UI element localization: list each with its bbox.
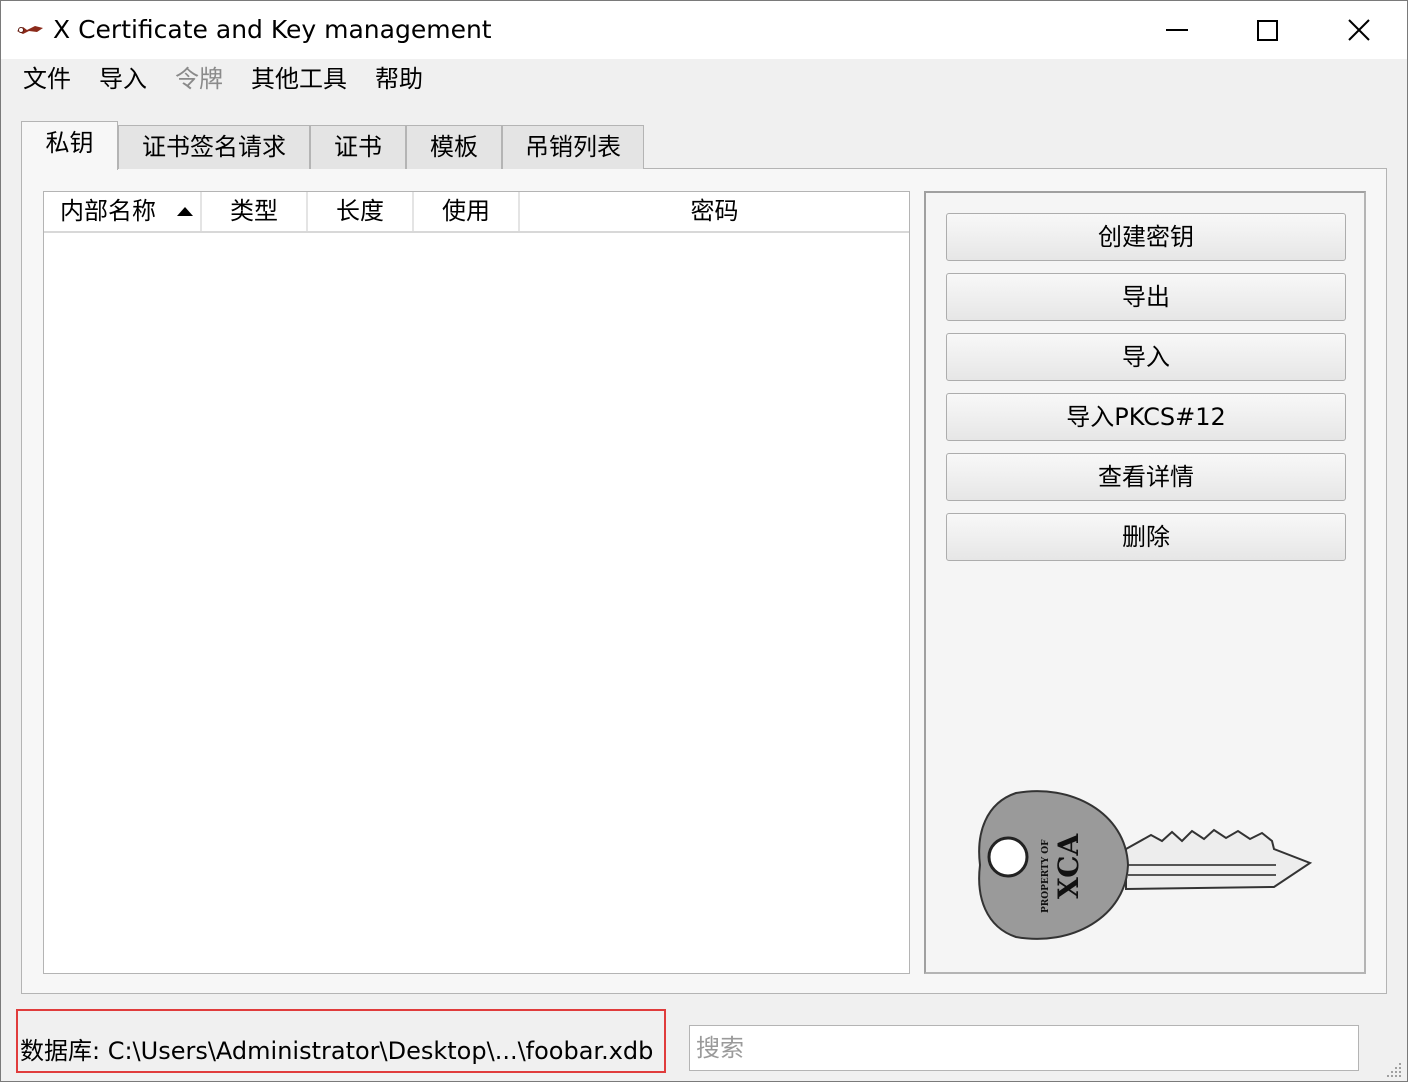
export-button[interactable]: 导出 [946, 273, 1346, 321]
menu-token: 令牌 [175, 65, 223, 93]
database-status-highlight: 数据库: C:\Users\Administrator\Desktop\...\… [16, 1009, 666, 1073]
menu-file[interactable]: 文件 [1, 59, 85, 99]
new-key-button[interactable]: 创建密钥 [946, 213, 1346, 261]
maximize-icon [1256, 19, 1278, 41]
import-button[interactable]: 导入 [946, 333, 1346, 381]
delete-button[interactable]: 删除 [946, 513, 1346, 561]
action-panel: 创建密钥 导出 导入 导入PKCS#12 查看详情 删除 PROPERTY OF… [924, 191, 1366, 974]
column-header-use[interactable]: 使用 [414, 192, 520, 231]
tab-private-keys[interactable]: 私钥 [21, 121, 118, 170]
menu-import[interactable]: 导入 [85, 59, 161, 99]
size-grip-icon[interactable] [1383, 1059, 1403, 1079]
database-path-label: 数据库: C:\Users\Administrator\Desktop\...\… [20, 1037, 654, 1065]
tab-revocation-lists[interactable]: 吊销列表 [502, 125, 644, 169]
import-pkcs12-button[interactable]: 导入PKCS#12 [946, 393, 1346, 441]
column-label: 内部名称 [60, 197, 156, 225]
column-header-type[interactable]: 类型 [202, 192, 308, 231]
menu-bar: 文件 导入 令牌 其他工具 帮助 [1, 59, 1407, 99]
tab-certificates[interactable]: 证书 [310, 125, 406, 169]
column-header-password[interactable]: 密码 [520, 192, 909, 231]
tab-templates[interactable]: 模板 [406, 125, 502, 169]
tab-certificate-signing-requests[interactable]: 证书签名请求 [118, 125, 310, 169]
close-button[interactable] [1313, 1, 1405, 59]
title-bar: X Certificate and Key management [1, 1, 1407, 59]
table-header: 内部名称 类型 长度 使用 密码 [44, 192, 909, 233]
search-input[interactable] [689, 1025, 1359, 1071]
minimize-icon [1166, 29, 1188, 31]
menu-help[interactable]: 帮助 [361, 59, 437, 99]
app-key-icon [17, 26, 43, 34]
sort-ascending-icon [177, 207, 193, 216]
tab-panel-private-keys: 内部名称 类型 长度 使用 密码 创建密钥 导出 导入 导入PKCS#12 查看… [21, 168, 1387, 994]
column-header-length[interactable]: 长度 [308, 192, 414, 231]
key-text-small: PROPERTY OF [1041, 839, 1051, 913]
key-table[interactable]: 内部名称 类型 长度 使用 密码 [43, 191, 910, 974]
xca-key-logo: PROPERTY OF XCA [978, 790, 1313, 940]
column-header-internal-name[interactable]: 内部名称 [44, 192, 202, 231]
minimize-button[interactable] [1131, 1, 1223, 59]
menu-extra-tools[interactable]: 其他工具 [237, 59, 361, 99]
maximize-button[interactable] [1221, 1, 1313, 59]
main-window: X Certificate and Key management 文件 导入 令… [0, 0, 1408, 1082]
key-text-large: XCA [1052, 832, 1085, 899]
window-title: X Certificate and Key management [53, 15, 492, 44]
close-icon [1348, 19, 1370, 41]
show-details-button[interactable]: 查看详情 [946, 453, 1346, 501]
